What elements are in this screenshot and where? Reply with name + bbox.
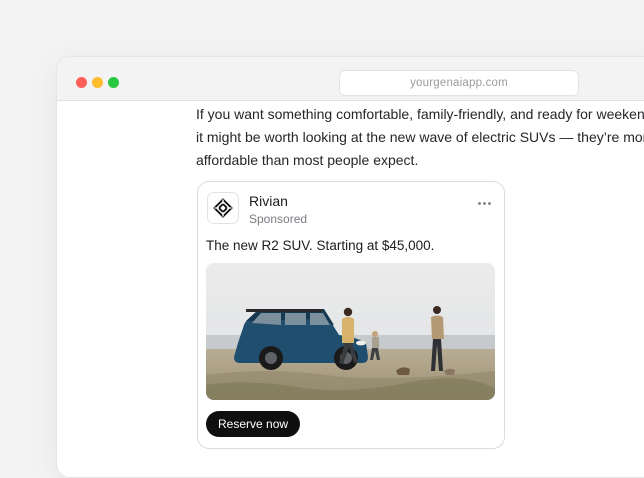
more-horizontal-icon[interactable] — [476, 200, 492, 206]
sponsored-label: Sponsored — [249, 212, 308, 226]
article-line: it might be worth looking at the new wav… — [196, 129, 644, 145]
page-content: If you want something comfortable, famil… — [57, 101, 644, 477]
ad-image[interactable] — [206, 263, 495, 400]
rivian-logo-icon[interactable] — [207, 192, 239, 224]
reserve-now-button[interactable]: Reserve now — [206, 411, 301, 437]
close-window-button[interactable] — [76, 77, 87, 88]
minimize-window-button[interactable] — [92, 77, 103, 88]
browser-titlebar: yourgenaiapp.com — [57, 57, 644, 101]
suv-family-beach-photo — [206, 263, 495, 400]
browser-window: yourgenaiapp.com If you want something c… — [56, 56, 644, 478]
maximize-window-button[interactable] — [108, 77, 119, 88]
address-bar[interactable]: yourgenaiapp.com — [339, 70, 579, 96]
article-paragraph: If you want something comfortable, famil… — [196, 103, 644, 172]
article-line: If you want something comfortable, famil… — [196, 106, 644, 122]
ad-headline: The new R2 SUV. Starting at $45,000. — [206, 238, 435, 253]
sponsored-ad-card[interactable]: Rivian Sponsored The new R2 SUV. Startin… — [197, 181, 505, 449]
article-line: affordable than most people expect. — [196, 152, 419, 168]
ad-brand-name[interactable]: Rivian — [249, 193, 288, 209]
